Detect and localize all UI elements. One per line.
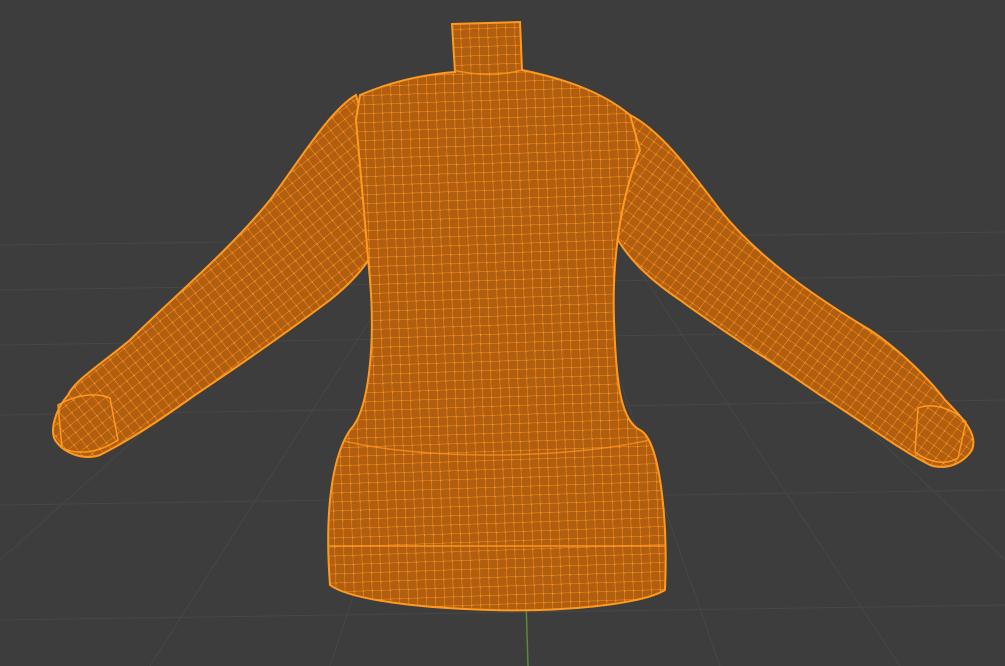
torso-mesh[interactable] [320, 15, 680, 615]
right-sleeve-mesh[interactable] [600, 100, 990, 480]
viewport-canvas[interactable] [0, 0, 1005, 666]
3d-viewport[interactable] [0, 0, 1005, 666]
left-sleeve-mesh[interactable] [40, 80, 390, 480]
